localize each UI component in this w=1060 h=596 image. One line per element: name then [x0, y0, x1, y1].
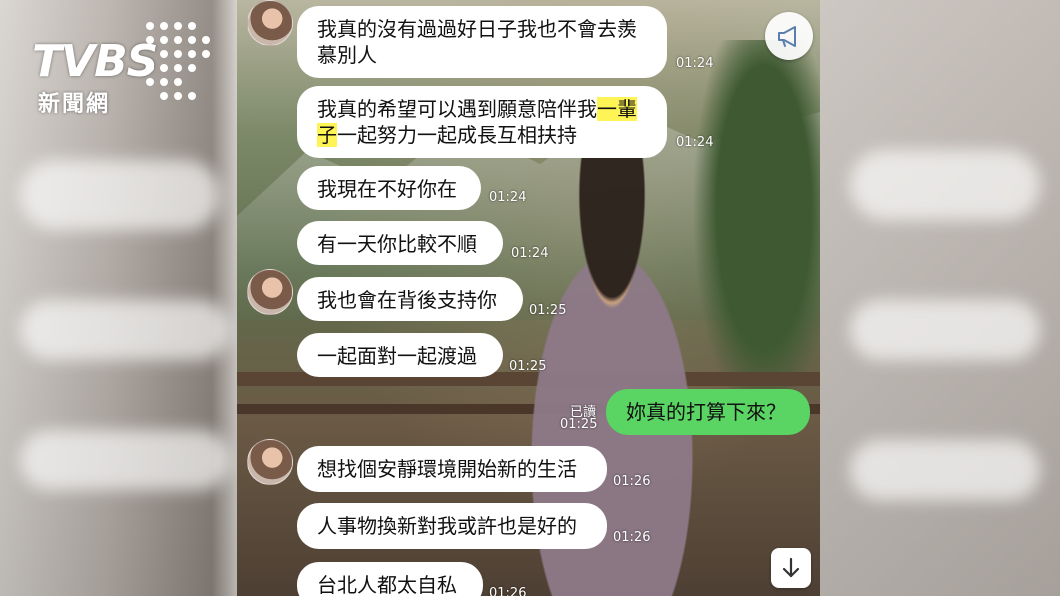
message-text: 人事物換新對我或許也是好的	[317, 514, 577, 538]
message-bubble[interactable]: 人事物換新對我或許也是好的	[297, 503, 607, 549]
message-time: 01:24	[676, 56, 714, 71]
message-time: 01:25	[529, 303, 567, 318]
blurred-bubble-left-3	[20, 430, 230, 490]
blurred-bubble-left-1	[20, 160, 220, 230]
blurred-bubble-right-2	[850, 300, 1040, 360]
message-bubble[interactable]: 一起面對一起渡過	[297, 333, 503, 377]
tvbs-brand-subtitle: 新聞網	[38, 92, 111, 117]
message-time: 01:26	[613, 474, 651, 489]
megaphone-icon	[778, 26, 796, 47]
message-bubble[interactable]: 有一天你比較不順	[297, 221, 503, 265]
avatar[interactable]	[247, 0, 293, 46]
message-time: 01:24	[676, 135, 714, 150]
message-bubble[interactable]: 我也會在背後支持你	[297, 277, 523, 321]
message-text: 台北人都太自私	[317, 573, 457, 596]
message-bubble[interactable]: 台北人都太自私	[297, 562, 483, 596]
blurred-bubble-right-1	[850, 150, 1040, 220]
arrow-down-icon	[782, 557, 800, 578]
message-text-part: 一起努力一起成長互相扶持	[337, 123, 577, 147]
tvbs-logo: TVBS 新聞網	[28, 20, 218, 120]
message-text: 我現在不好你在	[317, 177, 457, 201]
blurred-bubble-left-2	[20, 300, 230, 360]
message-time: 01:25	[509, 359, 547, 374]
avatar[interactable]	[247, 439, 293, 485]
message-text-part: 我真的希望可以遇到願意陪伴我	[317, 97, 597, 121]
message-text: 一起面對一起渡過	[317, 344, 477, 368]
blurred-bubble-right-3	[850, 440, 1040, 500]
message-time: 01:24	[511, 246, 549, 261]
message-text: 有一天你比較不順	[317, 232, 477, 256]
announcement-button[interactable]	[765, 12, 813, 60]
message-bubble[interactable]: 我現在不好你在	[297, 166, 481, 210]
tvbs-brand-text: TVBS	[32, 36, 158, 87]
message-text: 我真的沒有過過好日子我也不會去羨慕別人	[317, 17, 637, 67]
message-bubble[interactable]: 我真的沒有過過好日子我也不會去羨慕別人	[297, 6, 667, 78]
avatar[interactable]	[247, 269, 293, 315]
message-bubble[interactable]: 想找個安靜環境開始新的生活	[297, 446, 607, 492]
message-time: 01:26	[489, 586, 527, 596]
message-text: 我也會在背後支持你	[317, 288, 497, 312]
message-bubble[interactable]: 我真的希望可以遇到願意陪伴我一輩子一起努力一起成長互相扶持	[297, 86, 667, 158]
message-time: 01:26	[613, 530, 651, 545]
message-time: 01:24	[489, 190, 527, 205]
chat-screenshot: 我真的沒有過過好日子我也不會去羨慕別人 01:24 我真的希望可以遇到願意陪伴我…	[237, 0, 820, 596]
message-time: 01:25	[560, 417, 598, 432]
sent-message-bubble[interactable]: 妳真的打算下來？	[606, 389, 810, 435]
message-text: 想找個安靜環境開始新的生活	[317, 457, 577, 481]
tvbs-dots-icon	[146, 22, 210, 100]
scroll-down-button[interactable]	[771, 548, 811, 588]
message-text: 妳真的打算下來？	[626, 400, 786, 424]
